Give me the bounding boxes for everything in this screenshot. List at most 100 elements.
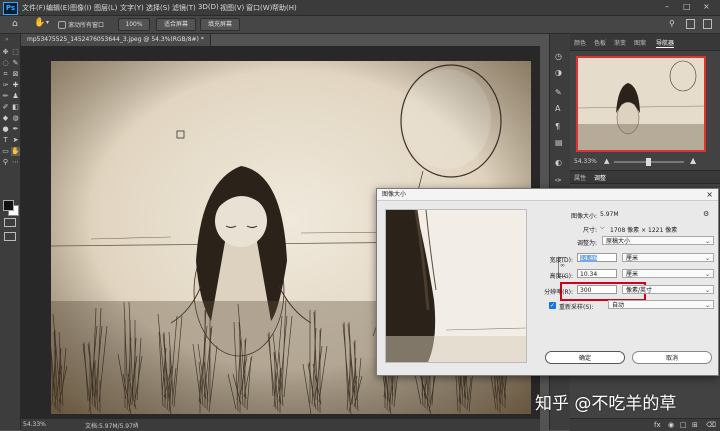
more-tools-icon[interactable]: ⋯ [11, 158, 20, 167]
zoom-100-button[interactable]: 100% [118, 18, 150, 31]
zoom-level[interactable]: 54.33% [23, 421, 46, 428]
close-window-button[interactable]: × [703, 2, 710, 11]
eyedropper-tool-icon[interactable]: ✑ [1, 81, 10, 90]
menu-item[interactable]: 选择(S) [146, 3, 170, 13]
share-icon[interactable] [703, 19, 712, 29]
menu-item[interactable]: 图层(L) [94, 3, 117, 13]
channels-icon[interactable]: ◐ [555, 158, 562, 167]
blur-tool-icon[interactable]: ◍ [11, 114, 20, 123]
panel-tab[interactable]: 颜色 [574, 38, 586, 47]
trash-icon[interactable]: ⌫ [706, 421, 716, 429]
marquee-tool-icon[interactable]: ⬚ [11, 48, 20, 57]
home-icon[interactable]: ⌂ [12, 19, 18, 29]
zoom-slider-handle[interactable] [646, 158, 651, 166]
foreground-color-swatch[interactable] [3, 200, 14, 211]
new-layer-icon[interactable]: ⊞ [692, 421, 698, 429]
menu-item[interactable]: 3D(D) [198, 3, 219, 11]
width-unit: 厘米 [626, 255, 639, 262]
resample-checkbox[interactable]: ✓ [549, 302, 556, 309]
document-tab[interactable]: mp53475525_1452476053644_3.jpeg @ 54.3%(… [21, 34, 211, 55]
layers-icon[interactable]: ▤ [555, 138, 563, 147]
paragraph-icon[interactable]: ¶ [555, 122, 560, 131]
resolution-field[interactable]: 300 [577, 285, 617, 294]
quick-select-tool-icon[interactable]: ✎ [11, 59, 20, 68]
menu-item[interactable]: 文字(Y) [120, 3, 144, 13]
width-field[interactable]: 14.46 [577, 253, 617, 262]
options-bar: ⌂ ✋ ▾ 滚动所有窗口 100% 适合屏幕 填充屏幕 ⚲ [0, 16, 720, 34]
menu-item[interactable]: 窗口(W) [246, 3, 272, 13]
height-unit-dropdown[interactable]: 厘米 ⌄ [622, 269, 714, 278]
menu-item[interactable]: 帮助(H) [272, 3, 297, 13]
character-icon[interactable]: A [555, 104, 560, 113]
new-group-icon[interactable]: □ [680, 421, 687, 429]
zoom-slider[interactable] [614, 158, 684, 166]
layers-footer: fx ◉ □ ⊞ ⌫ [570, 418, 720, 431]
path-select-tool-icon[interactable]: ➤ [11, 136, 20, 145]
dodge-tool-icon[interactable]: ● [1, 125, 10, 134]
screen-mode-icon[interactable] [4, 232, 16, 241]
quick-mask-icon[interactable] [4, 218, 16, 227]
panel-tab[interactable]: 调整 [594, 173, 606, 182]
fit-screen-button[interactable]: 适合屏幕 [156, 18, 196, 31]
lasso-tool-icon[interactable]: ◌ [1, 59, 10, 68]
zoom-tool-icon[interactable]: ⚲ [1, 158, 10, 167]
maximize-button[interactable]: □ [683, 2, 691, 11]
navigator-zoom-value[interactable]: 54.33% [574, 158, 597, 165]
paint-bucket-tool-icon[interactable]: ◆ [1, 114, 10, 123]
type-tool-icon[interactable]: T [1, 136, 10, 145]
resample-dropdown[interactable]: 自动 ⌄ [608, 300, 714, 309]
healing-brush-tool-icon[interactable]: ✚ [11, 81, 20, 90]
resolution-unit: 像素/英寸 [626, 287, 653, 294]
collapse-icon[interactable]: » [5, 36, 9, 43]
clone-stamp-tool-icon[interactable]: ♟ [11, 92, 20, 101]
fill-screen-button[interactable]: 填充屏幕 [200, 18, 240, 31]
dialog-preview[interactable] [385, 209, 527, 363]
chevron-down-icon[interactable]: ⌵ [600, 224, 605, 232]
scroll-all-checkbox[interactable] [58, 21, 66, 29]
panel-tab[interactable]: 图案 [634, 38, 646, 47]
mask-icon[interactable]: ◉ [668, 421, 674, 429]
eraser-tool-icon[interactable]: ◧ [11, 103, 20, 112]
pen-tool-icon[interactable]: ✒ [11, 125, 20, 134]
chevron-right-icon[interactable]: › [135, 420, 137, 427]
height-field[interactable]: 10.34 [577, 269, 617, 278]
minimize-button[interactable]: – [665, 2, 669, 11]
menu-item[interactable]: 文件(F) [22, 3, 46, 13]
panel-tab[interactable]: 属性 [574, 173, 586, 182]
resolution-unit-dropdown[interactable]: 像素/英寸 ⌄ [622, 285, 714, 294]
zoom-in-icon[interactable]: ▲ [690, 156, 696, 165]
zoom-out-icon[interactable]: ▲ [604, 157, 609, 165]
menu-item[interactable]: 图像(I) [70, 3, 92, 13]
brush-settings-icon[interactable]: ✎ [555, 88, 562, 97]
chevron-down-icon[interactable]: ▾ [46, 19, 49, 26]
workspace-icon[interactable] [686, 19, 695, 29]
menu-item[interactable]: 视图(V) [220, 3, 244, 13]
fx-icon[interactable]: fx [654, 421, 661, 429]
adjust-icon[interactable]: ◑ [555, 68, 562, 77]
navigator-thumbnail[interactable] [576, 56, 706, 152]
dialog-titlebar[interactable]: 图像大小 × [377, 189, 718, 201]
width-unit-dropdown[interactable]: 厘米 ⌄ [622, 253, 714, 262]
cancel-button[interactable]: 取消 [632, 351, 712, 364]
panel-tab[interactable]: 导航器 [656, 38, 675, 48]
paths-icon[interactable]: ✑ [555, 176, 562, 185]
chevron-down-icon: ⌄ [704, 255, 710, 262]
shape-tool-icon[interactable]: ▭ [1, 147, 10, 156]
menu-item[interactable]: 编辑(E) [46, 3, 70, 13]
panel-tab[interactable]: 渐变 [614, 38, 626, 47]
hand-tool-icon[interactable]: ✋ [11, 147, 20, 156]
dialog-close-icon[interactable]: × [706, 189, 713, 200]
crop-tool-icon[interactable]: ⌗ [1, 70, 10, 79]
frame-tool-icon[interactable]: ⊠ [11, 70, 20, 79]
panel-tab[interactable]: 色板 [594, 38, 606, 47]
history-icon[interactable]: ◷ [555, 52, 562, 61]
brush-tool-icon[interactable]: ✏ [1, 92, 10, 101]
menu-item[interactable]: 滤镜(T) [172, 3, 196, 13]
gear-icon[interactable]: ⚙ [703, 210, 709, 218]
fit-to-dropdown[interactable]: 原稿大小 ⌄ [602, 236, 714, 245]
history-brush-tool-icon[interactable]: ✐ [1, 103, 10, 112]
search-icon[interactable]: ⚲ [669, 19, 675, 28]
ok-button[interactable]: 确定 [545, 351, 625, 364]
photoshop-logo: Ps [3, 2, 18, 15]
move-tool-icon[interactable]: ✥ [1, 48, 10, 57]
